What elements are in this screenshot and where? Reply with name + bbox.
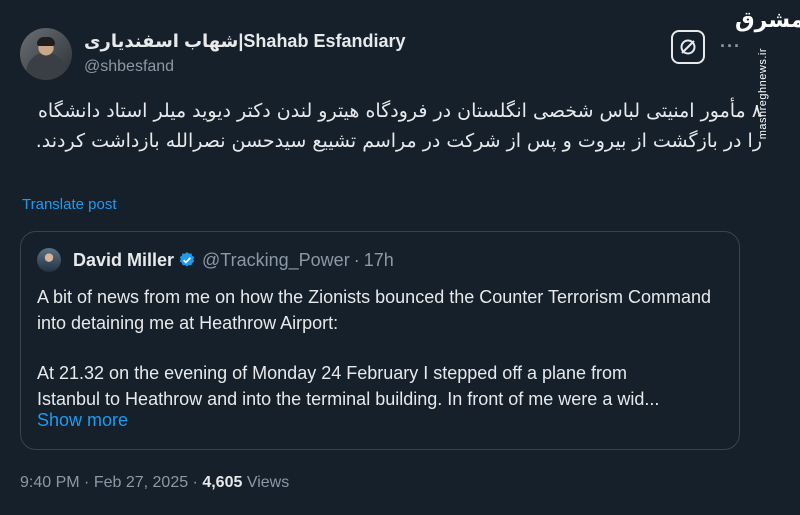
show-more-link[interactable]: Show more	[37, 410, 128, 431]
views-label: Views	[242, 474, 290, 491]
quoted-post-header: David Miller @Tracking_Power · 17h	[73, 250, 394, 274]
post-text: ۸ مأمور امنیتی لباس شخصی انگلستان در فرو…	[35, 100, 762, 152]
post-meta: 9:40 PM · Feb 27, 2025 · 4,605 Views	[20, 474, 289, 492]
quoted-post-time[interactable]: 17h	[364, 250, 394, 270]
translate-post-link[interactable]: Translate post	[22, 196, 117, 213]
author-handle[interactable]: @shbesfand	[84, 58, 174, 76]
quoted-author-avatar[interactable]	[37, 248, 61, 272]
grok-button[interactable]	[671, 30, 705, 64]
author-avatar[interactable]	[20, 28, 72, 80]
quoted-post-line: Istanbul to Heathrow and into the termin…	[37, 389, 660, 409]
quoted-post-line: At 21.32 on the evening of Monday 24 Feb…	[37, 363, 628, 383]
quoted-author-name[interactable]: David Miller	[73, 250, 174, 270]
quoted-post-paragraph: A bit of news from me on how the Zionist…	[37, 287, 711, 333]
quoted-post[interactable]: David Miller @Tracking_Power · 17h A bit of…	[20, 231, 740, 450]
post-date[interactable]: Feb 27, 2025	[94, 474, 188, 491]
separator-dot: ·	[353, 250, 360, 270]
views-count[interactable]: 4,605	[202, 474, 242, 491]
grok-icon	[680, 39, 696, 55]
brand-logo: مشرق	[735, 8, 800, 33]
meta-separator: ·	[79, 474, 94, 491]
tweet: شهاب اسفندیاری|Shahab Esfandiary @shbesf…	[0, 0, 800, 515]
verified-badge-icon	[178, 251, 196, 274]
author-name-block[interactable]: شهاب اسفندیاری|Shahab Esfandiary	[84, 31, 405, 52]
author-display-name[interactable]: شهاب اسفندیاری|Shahab Esfandiary	[84, 31, 405, 51]
quoted-author-handle[interactable]: @Tracking_Power	[202, 250, 350, 270]
quoted-post-paragraph-2: At 21.32 on the evening of Monday 24 Feb…	[37, 360, 727, 412]
meta-separator: ·	[188, 474, 203, 491]
post-time[interactable]: 9:40 PM	[20, 474, 80, 491]
